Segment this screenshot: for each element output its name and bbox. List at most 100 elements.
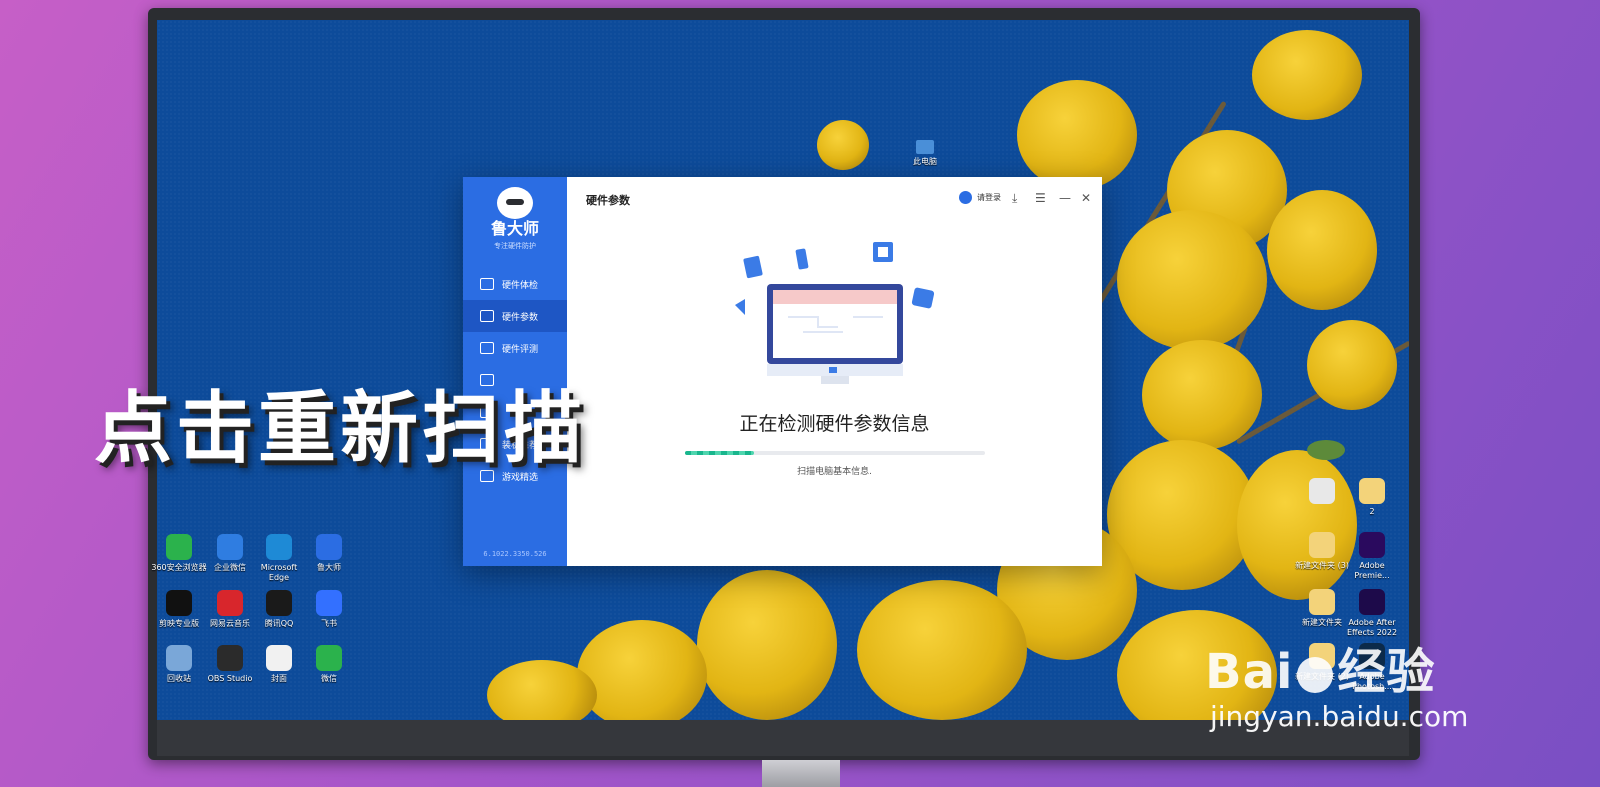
baidu-watermark-logo: Bai 经验 bbox=[1205, 632, 1435, 702]
desktop-icon[interactable] bbox=[1294, 478, 1350, 507]
netease-music-icon bbox=[217, 590, 243, 616]
gauge-icon bbox=[480, 342, 494, 354]
desktop-icon[interactable]: 企业微信 bbox=[202, 534, 258, 573]
chart-icon bbox=[480, 278, 494, 290]
desktop-icon-label: 2 bbox=[1369, 507, 1375, 516]
desktop-icon-label: 360安全浏览器 bbox=[151, 563, 207, 572]
desktop-icon[interactable]: 网易云音乐 bbox=[202, 590, 258, 629]
baidu-watermark-url: jingyan.baidu.com bbox=[1210, 700, 1469, 733]
desktop-icon-label: 此电脑 bbox=[913, 157, 937, 166]
sidebar-nav-item[interactable]: 硬件体检 bbox=[463, 268, 567, 300]
baidu-paw-icon bbox=[1297, 657, 1334, 693]
watermark-brand-right: 经验 bbox=[1337, 644, 1436, 700]
desktop-icon[interactable]: 360安全浏览器 bbox=[151, 534, 207, 573]
desktop-icon-label: Microsoft Edge bbox=[260, 563, 298, 582]
leaf bbox=[1307, 440, 1345, 460]
flower-cluster bbox=[1267, 190, 1377, 310]
download-icon[interactable]: ⤓ bbox=[1012, 191, 1017, 205]
folder-icon bbox=[1309, 589, 1335, 615]
brand-tagline: 专注硬件防护 bbox=[494, 242, 536, 250]
desktop-icon[interactable]: OBS Studio bbox=[202, 645, 258, 684]
desktop-icon-label: 鲁大师 bbox=[317, 563, 341, 572]
desktop-icon[interactable]: 回收站 bbox=[151, 645, 207, 684]
after-effects-icon bbox=[1359, 589, 1385, 615]
sd-card-icon bbox=[743, 255, 763, 279]
folder-icon bbox=[1359, 478, 1385, 504]
file-icon bbox=[266, 645, 292, 671]
watermark-brand-left: Bai bbox=[1205, 644, 1294, 700]
desktop-icon-label: 网易云音乐 bbox=[210, 619, 250, 628]
flower-cluster bbox=[1142, 340, 1262, 450]
monitor-stand bbox=[762, 760, 840, 787]
flower-cluster bbox=[1117, 210, 1267, 350]
desktop-icon-label: 新建文件夹 bbox=[1302, 618, 1342, 627]
flower-cluster bbox=[577, 620, 707, 720]
user-avatar-icon bbox=[959, 191, 972, 204]
flower-cluster bbox=[697, 570, 837, 720]
desktop-icon-label: Adobe Premie... bbox=[1354, 561, 1390, 580]
flower-cluster bbox=[1017, 80, 1137, 190]
drive-icon bbox=[911, 287, 935, 309]
sidebar-nav-item[interactable]: 硬件评测 bbox=[463, 332, 567, 364]
sidebar-nav-label: 硬件参数 bbox=[502, 312, 539, 323]
sidebar-nav-item[interactable]: 硬件参数 bbox=[463, 300, 567, 332]
close-icon[interactable]: ✕ bbox=[1081, 191, 1091, 205]
version-label: 6.1022.3350.526 bbox=[483, 550, 547, 558]
jianying-icon bbox=[166, 590, 192, 616]
scan-status-title: 正在检测硬件参数信息 bbox=[739, 413, 930, 435]
flower-cluster bbox=[817, 120, 869, 170]
desktop-icon[interactable]: Microsoft Edge bbox=[251, 534, 307, 583]
flower-cluster bbox=[1237, 450, 1357, 600]
speaker-icon bbox=[735, 299, 745, 315]
computer-icon bbox=[916, 140, 934, 154]
edge-icon bbox=[266, 534, 292, 560]
page-title: 硬件参数 bbox=[586, 194, 630, 207]
desktop-icon[interactable]: 腾讯QQ bbox=[251, 590, 307, 629]
brand-name: 鲁大师 bbox=[490, 219, 539, 238]
desktop-icon[interactable]: Adobe Premie... bbox=[1344, 532, 1400, 581]
desktop-icon[interactable]: 封面 bbox=[251, 645, 307, 684]
desktop-icon[interactable]: 飞书 bbox=[301, 590, 357, 629]
minimize-icon[interactable]: — bbox=[1059, 191, 1071, 205]
qq-icon bbox=[266, 590, 292, 616]
desktop-icon-label: 腾讯QQ bbox=[264, 619, 294, 628]
recycle-bin-icon bbox=[166, 645, 192, 671]
mouse-cursor-icon bbox=[1059, 265, 1065, 275]
scan-progress-bar bbox=[685, 451, 985, 455]
sidebar-nav-label: 硬件体检 bbox=[502, 280, 539, 291]
scan-status-subtitle: 扫描电脑基本信息. bbox=[797, 467, 872, 477]
desktop-icon-label: OBS Studio bbox=[207, 674, 253, 683]
desktop-icon[interactable]: 新建文件夹 (3) bbox=[1294, 532, 1350, 571]
desktop-icon-label: 飞书 bbox=[321, 619, 337, 628]
desktop-icon[interactable]: 新建文件夹 bbox=[1294, 589, 1350, 628]
ludashi-icon bbox=[316, 534, 342, 560]
desktop-icon[interactable]: 2 bbox=[1344, 478, 1400, 517]
folder-icon bbox=[1309, 532, 1335, 558]
overlay-headline: 点击重新扫描 bbox=[94, 384, 587, 474]
feishu-icon bbox=[316, 590, 342, 616]
desktop-icon-this-pc[interactable]: 此电脑 bbox=[897, 140, 953, 167]
flower-cluster bbox=[857, 580, 1027, 720]
login-button[interactable]: 请登录 bbox=[959, 191, 1001, 204]
desktop-icon[interactable]: 鲁大师 bbox=[301, 534, 357, 573]
scan-progress-fill bbox=[685, 451, 754, 455]
desktop-icon-label: 新建文件夹 (3) bbox=[1295, 561, 1349, 570]
browser-360-icon bbox=[166, 534, 192, 560]
desktop-icon-label: 微信 bbox=[321, 674, 337, 683]
monitor-illustration bbox=[767, 284, 903, 384]
flower-cluster bbox=[1307, 320, 1397, 410]
sidebar-nav-label: 硬件评测 bbox=[502, 344, 539, 355]
desktop-icon-label: 封面 bbox=[271, 674, 287, 683]
login-label: 请登录 bbox=[977, 193, 1001, 202]
desktop-icon-label: 剪映专业版 bbox=[159, 619, 199, 628]
menu-icon[interactable]: ☰ bbox=[1035, 191, 1046, 205]
desktop-icon[interactable]: 微信 bbox=[301, 645, 357, 684]
chip-icon bbox=[873, 242, 893, 262]
document-icon bbox=[1309, 478, 1335, 504]
premiere-icon bbox=[1359, 532, 1385, 558]
flower-cluster bbox=[1252, 30, 1362, 120]
scan-illustration bbox=[735, 242, 935, 384]
desktop-icon[interactable]: 剪映专业版 bbox=[151, 590, 207, 629]
obs-icon bbox=[217, 645, 243, 671]
desktop-icon[interactable]: Adobe After Effects 2022 bbox=[1344, 589, 1400, 638]
